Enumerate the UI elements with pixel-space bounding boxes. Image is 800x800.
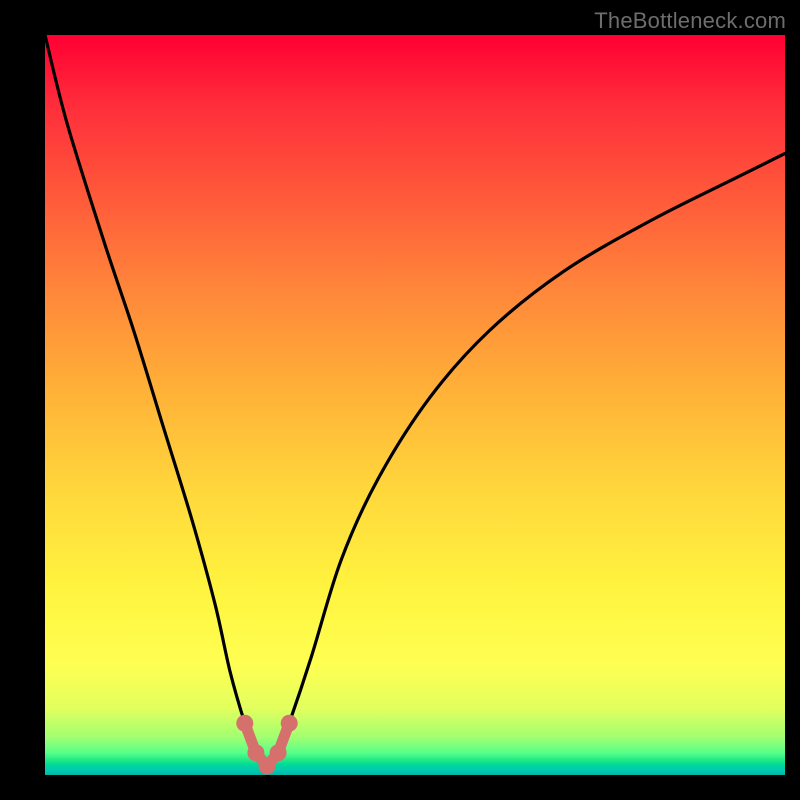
marker-dot <box>259 758 276 775</box>
curve-svg <box>45 35 785 775</box>
marker-dot <box>270 744 287 761</box>
bottleneck-marker-dots <box>236 715 297 775</box>
plot-area <box>45 35 785 775</box>
watermark-text: TheBottleneck.com <box>594 8 786 34</box>
marker-dot <box>281 715 298 732</box>
bottleneck-curve-path <box>45 35 785 766</box>
marker-dot <box>236 715 253 732</box>
chart-frame: TheBottleneck.com <box>0 0 800 800</box>
marker-dot <box>247 744 264 761</box>
